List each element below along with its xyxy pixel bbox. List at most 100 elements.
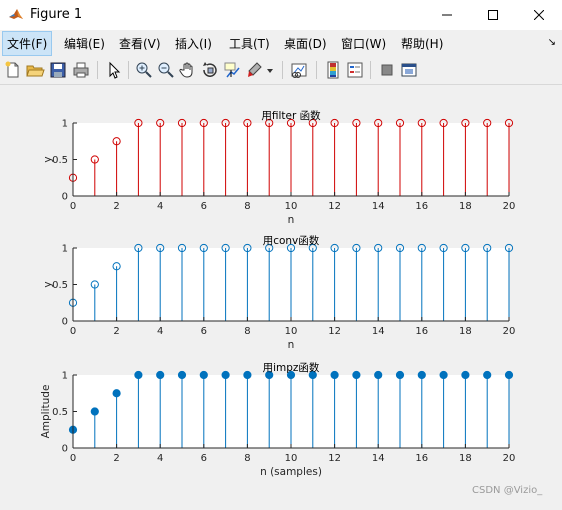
rotate-3d-icon[interactable] xyxy=(200,60,220,80)
open-file-icon[interactable] xyxy=(25,60,45,80)
new-figure-icon[interactable] xyxy=(3,60,23,80)
x-tick-label: 4 xyxy=(157,201,163,212)
x-tick-label: 0 xyxy=(70,326,76,337)
stem-marker xyxy=(156,370,165,380)
close-button[interactable] xyxy=(516,0,562,30)
maximize-icon xyxy=(488,10,498,20)
x-tick-label: 10 xyxy=(285,201,298,212)
y-tick-label: 0.5 xyxy=(52,280,68,291)
hide-plot-tools-icon[interactable] xyxy=(377,60,397,80)
x-tick-label: 20 xyxy=(503,326,516,337)
stem-marker xyxy=(199,370,208,380)
print-icon[interactable] xyxy=(71,60,91,80)
zoom-out-icon[interactable] xyxy=(156,60,176,80)
toolbar-separator xyxy=(97,61,98,79)
close-icon xyxy=(534,10,544,20)
dock-arrow-icon[interactable]: ↘ xyxy=(548,37,556,48)
show-plot-tools-icon[interactable] xyxy=(399,60,419,80)
x-tick-label: 2 xyxy=(113,453,119,464)
zoom-in-icon[interactable] xyxy=(134,60,154,80)
link-plot-icon[interactable] xyxy=(289,60,309,80)
legend-icon[interactable] xyxy=(345,60,365,80)
watermark: CSDN @Vizio_ xyxy=(472,485,543,496)
y-tick-label: 1 xyxy=(62,371,68,382)
menu-view[interactable]: 查看(V) xyxy=(119,35,161,52)
x-tick-label: 0 xyxy=(70,453,76,464)
subplot-title: 用filter 函数 xyxy=(261,109,321,122)
y-tick-label: 0 xyxy=(62,444,68,455)
y-axis-label: Amplitude xyxy=(40,385,52,439)
maximize-button[interactable] xyxy=(470,0,516,30)
y-tick-label: 0 xyxy=(62,317,68,328)
x-tick-label: 8 xyxy=(244,326,250,337)
x-tick-label: 10 xyxy=(285,326,298,337)
menu-tools[interactable]: 工具(T) xyxy=(229,35,270,52)
minimize-button[interactable] xyxy=(424,0,470,30)
x-tick-label: 2 xyxy=(113,326,119,337)
x-tick-label: 14 xyxy=(372,201,385,212)
y-axis-label: y xyxy=(42,281,54,287)
y-axis-label: y xyxy=(42,156,54,162)
x-tick-label: 18 xyxy=(459,201,472,212)
menu-file[interactable]: 文件(F) xyxy=(2,31,53,56)
x-axis-label: n xyxy=(288,339,295,351)
y-tick-label: 0.5 xyxy=(52,155,68,166)
stem-marker xyxy=(90,407,99,416)
y-tick-label: 1 xyxy=(62,244,68,255)
x-tick-label: 16 xyxy=(415,326,428,337)
stem-marker xyxy=(112,389,121,398)
x-tick-label: 10 xyxy=(285,453,298,464)
stem-marker xyxy=(461,370,470,380)
title-bar: Figure 1 xyxy=(0,0,562,30)
x-tick-label: 20 xyxy=(503,201,516,212)
x-tick-label: 14 xyxy=(372,453,385,464)
menu-desktop[interactable]: 桌面(D) xyxy=(284,35,327,52)
x-tick-label: 6 xyxy=(201,453,207,464)
menu-window[interactable]: 窗口(W) xyxy=(341,35,386,52)
subplot-title: 用impz函数 xyxy=(263,361,320,374)
colorbar-icon[interactable] xyxy=(323,60,343,80)
menu-edit[interactable]: 编辑(E) xyxy=(64,35,105,52)
matlab-logo-icon xyxy=(8,6,24,22)
x-tick-label: 4 xyxy=(157,326,163,337)
stem-marker xyxy=(483,370,492,380)
figure-canvas: 0 2 4 6 8 10 12 14 16 18 20 0 0.5 1 用filter 函数 n y 0 2 4 6 8 1… xyxy=(0,85,562,506)
x-tick-label: 2 xyxy=(113,201,119,212)
brush-icon[interactable] xyxy=(244,60,264,80)
subplot-title: 用conv函数 xyxy=(263,234,320,247)
menu-help[interactable]: 帮助(H) xyxy=(401,35,443,52)
x-tick-label: 0 xyxy=(70,201,76,212)
x-tick-label: 12 xyxy=(328,326,341,337)
toolbar-separator xyxy=(128,61,129,79)
x-tick-label: 6 xyxy=(201,201,207,212)
x-tick-label: 8 xyxy=(244,453,250,464)
x-tick-label: 20 xyxy=(503,453,516,464)
x-tick-label: 14 xyxy=(372,326,385,337)
stem-marker xyxy=(417,370,426,380)
figure-toolbar xyxy=(0,56,562,85)
stem-marker xyxy=(243,370,252,380)
stem-marker xyxy=(221,370,230,380)
data-cursor-icon[interactable] xyxy=(222,60,242,80)
x-tick-label: 4 xyxy=(157,453,163,464)
stem-marker xyxy=(134,370,143,380)
pointer-icon[interactable] xyxy=(104,60,124,80)
stem-marker xyxy=(439,370,448,380)
stem-marker xyxy=(177,370,187,380)
pan-icon[interactable] xyxy=(178,60,198,80)
toolbar-separator xyxy=(370,61,371,79)
x-axis-label: n (samples) xyxy=(260,466,322,478)
brush-dropdown-icon[interactable] xyxy=(264,60,276,80)
x-axis-label: n xyxy=(288,214,295,226)
toolbar-separator xyxy=(316,61,317,79)
toolbar-separator xyxy=(282,61,283,79)
y-tick-label: 1 xyxy=(62,119,68,130)
stem-marker xyxy=(352,370,361,380)
window-title: Figure 1 xyxy=(30,7,83,22)
menu-insert[interactable]: 插入(I) xyxy=(175,35,212,52)
figure-svg: 0 2 4 6 8 10 12 14 16 18 2000.51用filter 函数ny0 2 4 6 8 1… xyxy=(40,109,516,478)
x-tick-label: 12 xyxy=(328,201,341,212)
y-tick-label: 0 xyxy=(62,192,68,203)
stem-marker xyxy=(330,370,339,380)
save-icon[interactable] xyxy=(48,60,68,80)
